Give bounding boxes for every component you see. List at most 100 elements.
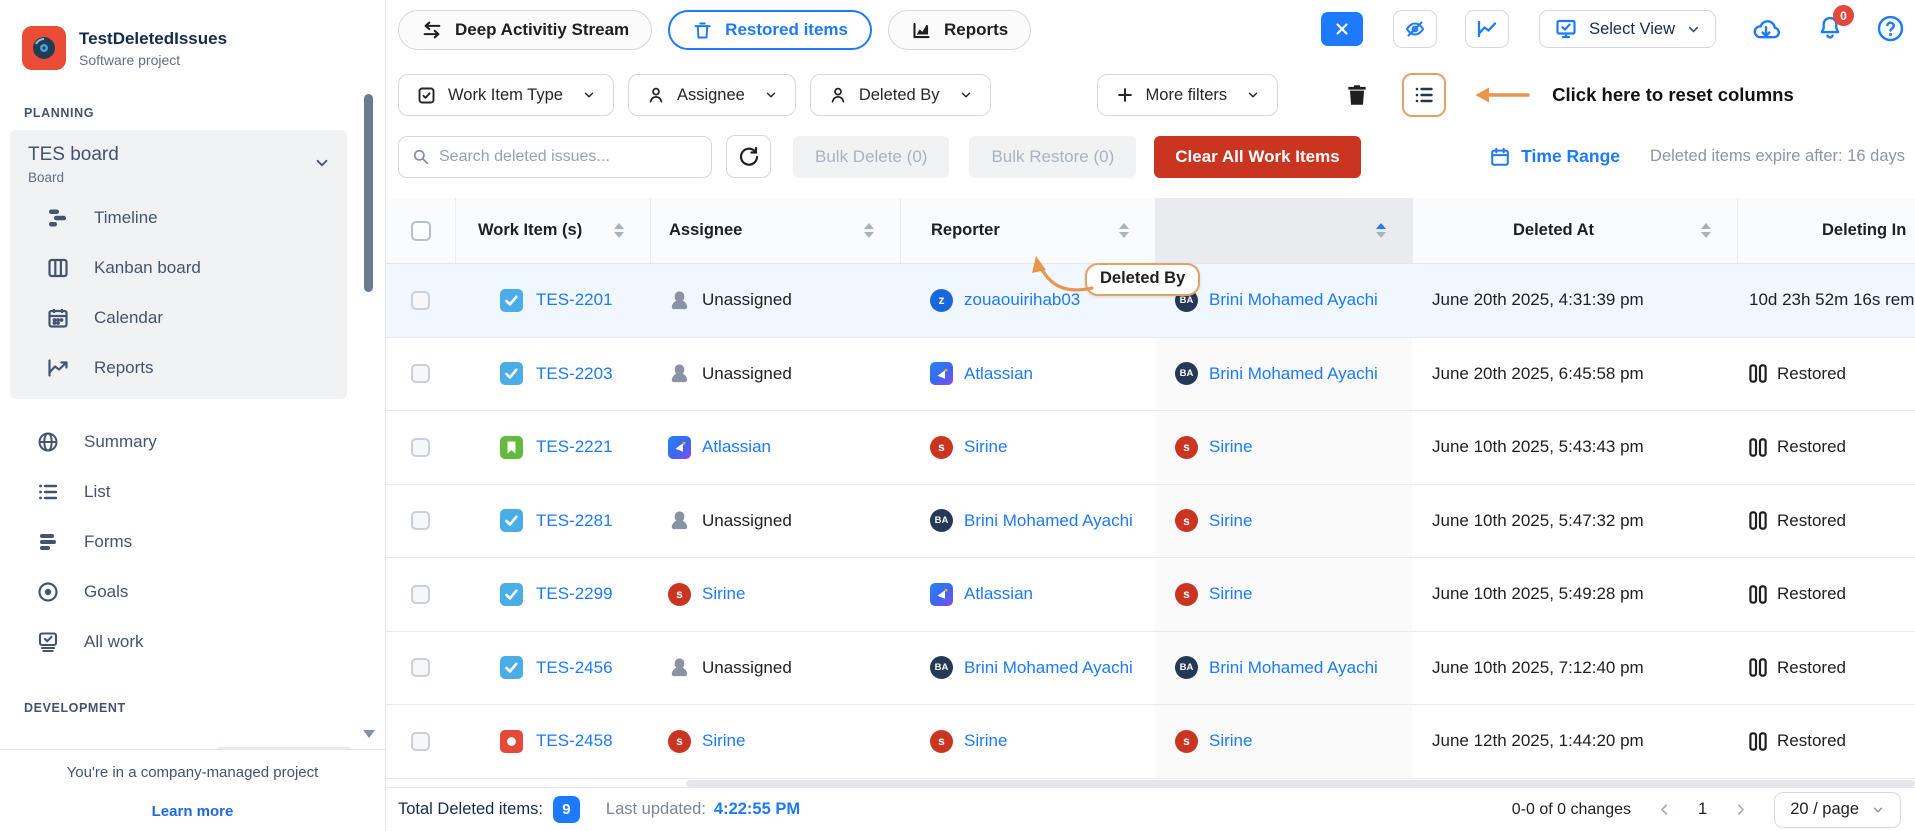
work-item-key-link[interactable]: TES-2203 [536, 364, 613, 384]
last-updated-label: Last updated: [606, 800, 706, 819]
reporter-link[interactable]: Brini Mohamed Ayachi [964, 511, 1133, 531]
row-checkbox[interactable] [411, 511, 430, 530]
assignee-cell: Unassigned [650, 485, 900, 558]
reporter-link[interactable]: Atlassian [964, 584, 1033, 604]
work-item-key-link[interactable]: TES-2299 [536, 584, 613, 604]
sidebar-item-kanban-board[interactable]: Kanban board [10, 243, 347, 293]
work-item-key-link[interactable]: TES-2221 [536, 437, 613, 457]
story-type-icon [500, 436, 523, 459]
select-view-dropdown[interactable]: Select View [1539, 10, 1716, 48]
reporter-link[interactable]: Brini Mohamed Ayachi [964, 658, 1133, 678]
scrollbar-thumb[interactable] [364, 94, 373, 292]
select-all-checkbox[interactable] [411, 221, 431, 241]
header-work-item[interactable]: Work Item (s) [455, 198, 650, 263]
work-item-key-link[interactable]: TES-2456 [536, 658, 613, 678]
sidebar-item-goals[interactable]: Goals [0, 567, 385, 617]
delete-filter-button[interactable] [1344, 82, 1370, 108]
header-assignee[interactable]: Assignee [650, 198, 900, 263]
reporter-link[interactable]: Sirine [964, 437, 1007, 457]
assignee-link[interactable]: Sirine [702, 731, 745, 751]
sidebar-item-list[interactable]: List [0, 467, 385, 517]
deleted-by-link[interactable]: Brini Mohamed Ayachi [1209, 658, 1378, 678]
row-checkbox[interactable] [411, 291, 430, 310]
unassigned-avatar-icon [668, 289, 691, 312]
prev-page-button[interactable] [1657, 802, 1672, 817]
sort-icon[interactable] [1701, 223, 1711, 238]
reset-columns-button[interactable] [1402, 73, 1446, 117]
sort-icon[interactable] [1119, 223, 1129, 238]
assignee-cell: Unassigned [650, 338, 900, 411]
deleted-by-link[interactable]: Sirine [1209, 511, 1252, 531]
sidebar-item-summary[interactable]: Summary [0, 417, 385, 467]
scrollbar-down-arrow[interactable] [363, 730, 375, 738]
development-section-heading: DEVELOPMENT [24, 701, 385, 715]
unassigned-avatar-icon [668, 509, 691, 532]
page-size-select[interactable]: 20 / page [1774, 792, 1901, 828]
sort-icon[interactable] [864, 223, 874, 238]
sidebar-item-label: Calendar [94, 308, 163, 328]
restored-status-icon [1749, 585, 1767, 604]
sidebar-item-calendar[interactable]: Calendar [10, 293, 347, 343]
deleted-by-cell: sSirine [1155, 411, 1412, 484]
table-row: TES-2458sSirinesSirinesSirineJune 12th 2… [386, 705, 1915, 779]
search-input[interactable] [439, 148, 699, 166]
tab-deep-activity-stream[interactable]: Deep Activitiy Stream [398, 10, 652, 50]
sort-icon[interactable] [614, 223, 624, 238]
deleted-by-link[interactable]: Brini Mohamed Ayachi [1209, 290, 1378, 310]
deleted-at-value: June 10th 2025, 5:47:32 pm [1432, 511, 1644, 531]
board-subtitle: Board [28, 170, 313, 185]
work-item-key-link[interactable]: TES-2201 [536, 290, 613, 310]
assignee-link[interactable]: Sirine [702, 584, 745, 604]
work-item-key-link[interactable]: TES-2458 [536, 731, 613, 751]
current-page[interactable]: 1 [1698, 800, 1707, 819]
bulk-restore-button[interactable]: Bulk Restore (0) [969, 136, 1136, 178]
deleted-by-link[interactable]: Sirine [1209, 584, 1252, 604]
refresh-button[interactable] [726, 135, 771, 178]
header-deleted-at[interactable]: Deleted At [1412, 198, 1737, 263]
last-updated-time[interactable]: 4:22:55 PM [714, 800, 800, 819]
row-checkbox[interactable] [411, 732, 430, 751]
sidebar-item-forms[interactable]: Forms [0, 517, 385, 567]
clear-all-button[interactable]: Clear All Work Items [1154, 136, 1360, 178]
help-button[interactable] [1876, 14, 1905, 43]
assignee-link[interactable]: Atlassian [702, 437, 771, 457]
sort-icon-active[interactable] [1376, 223, 1386, 238]
sidebar-item-all-work[interactable]: All work [0, 617, 385, 667]
hide-columns-button[interactable] [1393, 10, 1437, 48]
sidebar-item-code[interactable] [0, 735, 385, 749]
table-row: TES-2221AtlassiansSirinesSirineJune 10th… [386, 411, 1915, 485]
learn-more-link[interactable]: Learn more [0, 803, 385, 820]
sidebar-item-timeline[interactable]: Timeline [10, 193, 347, 243]
header-deleting-in[interactable]: Deleting In [1737, 198, 1915, 263]
bulk-delete-button[interactable]: Bulk Delete (0) [793, 136, 949, 178]
row-checkbox[interactable] [411, 438, 430, 457]
header-deleted-by[interactable] [1155, 198, 1412, 263]
row-checkbox[interactable] [411, 585, 430, 604]
filter-assignee[interactable]: Assignee [628, 74, 796, 116]
close-panel-button[interactable] [1321, 12, 1363, 46]
filter-more-filters[interactable]: More filters [1097, 74, 1279, 116]
deleted-by-link[interactable]: Sirine [1209, 437, 1252, 457]
filter-label: Deleted By [859, 86, 940, 105]
work-item-key-link[interactable]: TES-2281 [536, 511, 613, 531]
sidebar-item-reports[interactable]: Reports [10, 343, 347, 393]
board-selector[interactable]: TES board Board [10, 144, 347, 193]
filter-deleted-by[interactable]: Deleted By [810, 74, 991, 116]
export-button[interactable] [1750, 14, 1782, 44]
time-range-button[interactable]: Time Range [1489, 146, 1620, 168]
deleted-by-link[interactable]: Brini Mohamed Ayachi [1209, 364, 1378, 384]
row-checkbox[interactable] [411, 364, 430, 383]
reporter-link[interactable]: Sirine [964, 731, 1007, 751]
tab-reports[interactable]: Reports [888, 10, 1031, 50]
filter-work-item-type[interactable]: Work Item Type [398, 74, 614, 116]
next-page-button[interactable] [1733, 802, 1748, 817]
deleted-by-link[interactable]: Sirine [1209, 731, 1252, 751]
hscrollbar-thumb[interactable] [686, 780, 1915, 787]
row-checkbox[interactable] [411, 658, 430, 677]
sidebar-scrollbar[interactable] [364, 86, 373, 738]
tab-restored-items[interactable]: Restored items [668, 10, 872, 50]
deleting-in-cell: Restored [1737, 632, 1915, 705]
reporter-link[interactable]: Atlassian [964, 364, 1033, 384]
notifications-button[interactable]: 0 [1816, 14, 1844, 42]
analytics-button[interactable] [1465, 10, 1509, 48]
